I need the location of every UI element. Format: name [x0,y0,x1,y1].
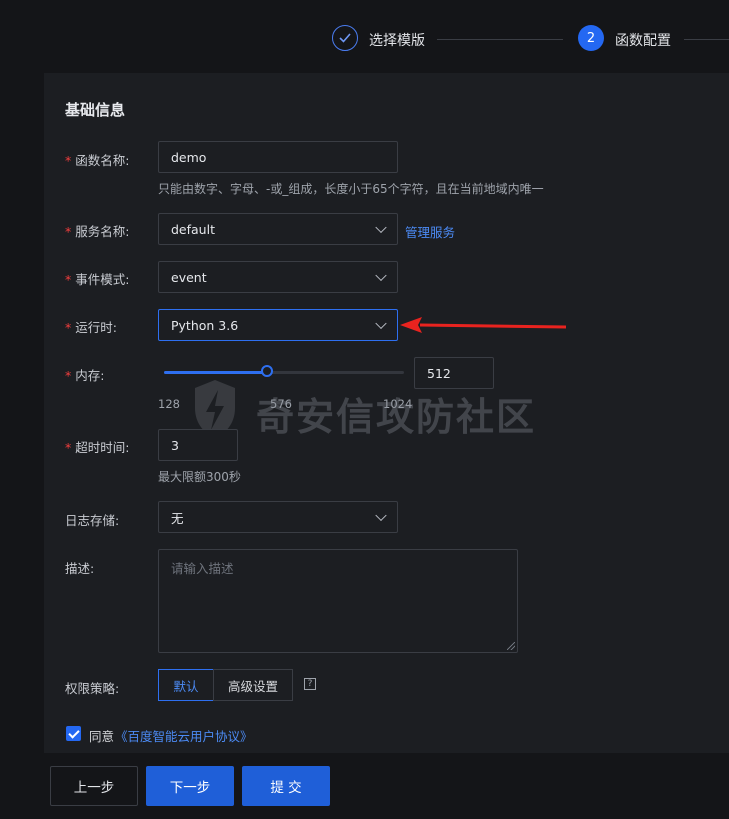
description-textarea[interactable]: 请输入描述 [158,549,518,653]
step-connector-tail [684,39,729,40]
chevron-down-icon [375,269,387,282]
log-storage-select[interactable]: 无 [158,501,398,533]
memory-min-label: 128 [158,397,180,411]
permission-label: 权限策略: [65,681,120,696]
chevron-down-icon [375,509,387,522]
submit-button[interactable]: 提 交 [242,766,330,806]
timeout-hint: 最大限额300秒 [158,470,241,484]
function-name-input[interactable]: demo [158,141,398,173]
memory-slider-handle[interactable] [261,365,273,377]
runtime-label: * 运行时: [65,320,117,335]
help-question-icon[interactable]: ? [304,678,316,690]
section-title: 基础信息 [65,101,126,119]
function-name-label: * 函数名称: [65,153,130,168]
watermark-text: 奇安信攻防社区 [256,395,537,439]
event-mode-label: * 事件模式: [65,272,130,287]
memory-slider[interactable] [164,365,404,377]
user-agreement-link[interactable]: 《百度智能云用户协议》 [115,726,253,745]
memory-slider-fill [164,371,267,374]
step-2-label: 函数配置 [615,33,671,49]
prev-step-button[interactable]: 上一步 [50,766,138,806]
memory-input[interactable]: 512 [414,357,494,389]
steps-header: 选择模版 2 函数配置 [0,0,729,76]
step-connector [437,39,563,40]
timeout-label: * 超时时间: [65,440,130,455]
red-arrow-annotation [400,317,567,333]
manage-service-link[interactable]: 管理服务 [405,222,455,241]
step-2-number: 2 [578,25,604,51]
event-mode-select[interactable]: event [158,261,398,293]
service-name-label: * 服务名称: [65,224,130,239]
memory-label: * 内存: [65,368,105,383]
next-step-button[interactable]: 下一步 [146,766,234,806]
agree-text: 同意 [89,729,115,744]
resize-grip-icon[interactable] [507,642,515,650]
timeout-input[interactable]: 3 [158,429,238,461]
chevron-down-icon [375,317,387,330]
function-name-hint: 只能由数字、字母、-或_组成，长度小于65个字符，且在当前地域内唯一 [158,182,544,196]
description-placeholder: 请输入描述 [171,561,234,576]
service-name-select[interactable]: default [158,213,398,245]
permission-advanced-option[interactable]: 高级设置 [213,669,293,701]
runtime-select[interactable]: Python 3.6 [158,309,398,341]
chevron-down-icon [375,221,387,234]
agree-checkbox[interactable] [66,726,81,741]
permission-default-option[interactable]: 默认 [158,669,214,701]
step-1-label: 选择模版 [369,33,425,49]
step-1-check-icon [332,25,358,51]
description-label: 描述: [65,561,95,576]
log-storage-label: 日志存储: [65,513,120,528]
